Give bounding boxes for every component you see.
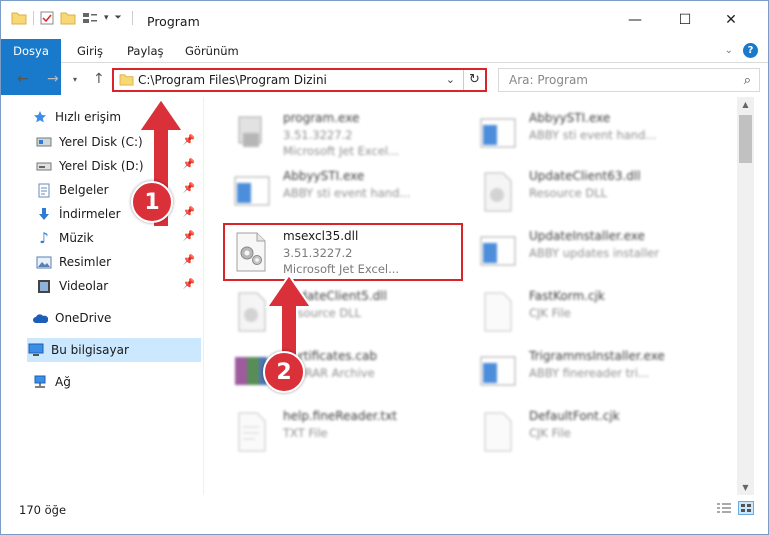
list-item[interactable]: UpdateInstaller.exe ABBY updates install… (477, 225, 717, 281)
sidebar-item-label: OneDrive (55, 311, 112, 325)
folder-icon (11, 12, 27, 25)
sidebar-item-label: İndirmeler (59, 207, 121, 221)
text-file-icon (238, 412, 266, 452)
quick-access-toolbar: ▾ ⏷ (11, 11, 133, 25)
expand-ribbon-icon[interactable]: ⌄ (725, 45, 733, 56)
up-arrow-icon[interactable]: ↑ (93, 71, 105, 87)
dll-icon (484, 172, 512, 212)
view-icon[interactable] (82, 11, 98, 25)
details-view-icon[interactable] (716, 501, 732, 515)
view-toggles (716, 501, 754, 515)
step-badge-1: 1 (131, 181, 173, 223)
sidebar-item-quick-access[interactable]: Hızlı erişim (31, 105, 231, 129)
pictures-icon (35, 254, 53, 270)
maximize-button[interactable]: ☐ (663, 1, 707, 39)
list-item[interactable]: AbbyySTI.exe ABBY sti event hand... (477, 107, 717, 163)
ribbon-right-controls: ⌄ ? (725, 43, 758, 58)
scrollbar-thumb[interactable] (739, 115, 752, 163)
status-bar: 170 öğe (1, 495, 768, 533)
search-placeholder: Ara: Program (509, 73, 588, 87)
music-icon: ♪ (39, 229, 49, 247)
window-app-icon (480, 118, 516, 148)
tab-view[interactable]: Görünüm (185, 39, 239, 63)
sidebar-item-label: Müzik (59, 231, 94, 245)
help-icon[interactable]: ? (743, 43, 758, 58)
list-item[interactable]: TrigrammsInstaller.exe ABBY finereader t… (477, 345, 717, 401)
large-icons-view-icon[interactable] (738, 501, 754, 515)
title-bar: ▾ ⏷ Program — ☐ ✕ (1, 1, 768, 39)
window-app-icon (234, 176, 270, 206)
cloud-icon (31, 310, 49, 326)
sidebar-item-label: Bu bilgisayar (51, 343, 129, 357)
pin-icon[interactable]: 📌 (183, 279, 195, 290)
address-bar[interactable]: C:\Program Files\Program Dizini ⌄ ↻ (112, 68, 487, 92)
vertical-scrollbar[interactable]: ▲ ▼ (737, 97, 754, 495)
sidebar-item-label: Yerel Disk (C:) (59, 135, 143, 149)
drive-icon (35, 134, 53, 150)
exe-icon (238, 116, 262, 147)
download-icon (35, 206, 53, 222)
scroll-down-icon[interactable]: ▼ (737, 483, 754, 492)
list-item[interactable]: help.fineReader.txt TXT File (231, 405, 471, 461)
list-item[interactable]: AbbyySTI.exe ABBY sti event hand... (231, 165, 471, 221)
search-input[interactable]: Ara: Program ⌕ (498, 68, 760, 92)
new-folder-icon[interactable] (60, 11, 76, 25)
navigation-bar: ← → ▾ ↑ C:\Program Files\Program Dizini … (1, 63, 768, 97)
ribbon-tabs: Dosya Giriş Paylaş Görünüm ⌄ ? (1, 39, 768, 95)
sidebar-item-videos[interactable]: Videolar 📌 (35, 274, 201, 298)
tab-share[interactable]: Paylaş (127, 39, 164, 63)
sidebar-item-this-pc[interactable]: Bu bilgisayar (27, 338, 201, 362)
sidebar-item-network[interactable]: Ağ (31, 370, 231, 394)
explorer-window: ▾ ⏷ Program — ☐ ✕ Dosya Giriş Paylaş Gör… (0, 0, 769, 535)
tab-home[interactable]: Giriş (77, 39, 103, 63)
star-icon (31, 109, 49, 125)
refresh-icon[interactable]: ↻ (463, 70, 485, 90)
back-arrow-icon[interactable]: ← (17, 71, 29, 87)
folder-icon (119, 74, 134, 86)
network-icon (31, 374, 49, 390)
chevron-down-icon[interactable]: ▾ (104, 13, 109, 23)
list-item[interactable]: FastKorm.cjk CJK File (477, 285, 717, 341)
blank-file-icon (484, 292, 512, 332)
sidebar-item-pictures[interactable]: Resimler 📌 (35, 250, 201, 274)
address-path: C:\Program Files\Program Dizini (138, 73, 327, 87)
drive-icon (35, 158, 53, 174)
sidebar-item-onedrive[interactable]: OneDrive (31, 306, 231, 330)
minimize-button[interactable]: — (613, 1, 657, 39)
video-icon (35, 278, 53, 294)
sidebar-item-label: Ağ (55, 375, 71, 389)
window-title: Program (147, 14, 200, 29)
sidebar-item-label: Yerel Disk (D:) (59, 159, 144, 173)
customize-qat-icon[interactable]: ⏷ (115, 13, 122, 23)
window-app-icon (480, 236, 516, 266)
sidebar-item-label: Videolar (59, 279, 109, 293)
blank-file-icon (484, 412, 512, 452)
scroll-up-icon[interactable]: ▲ (737, 100, 754, 109)
step-badge-2: 2 (263, 351, 305, 393)
forward-arrow-icon[interactable]: → (47, 71, 59, 87)
computer-icon (27, 342, 45, 358)
list-item[interactable]: DefaultFont.cjk CJK File (477, 405, 717, 461)
search-icon: ⌕ (743, 73, 751, 88)
sidebar-item-label: Hızlı erişim (55, 110, 122, 124)
close-button[interactable]: ✕ (709, 1, 753, 39)
sidebar-item-label: Belgeler (59, 183, 109, 197)
sidebar-item-label: Resimler (59, 255, 112, 269)
window-app-icon (480, 356, 516, 386)
recent-locations-icon[interactable]: ▾ (73, 75, 77, 84)
chevron-down-icon[interactable]: ⌄ (446, 73, 455, 86)
list-item[interactable]: UpdateClient63.dll Resource DLL (477, 165, 717, 221)
document-icon (35, 182, 53, 198)
list-item[interactable]: program.exe 3.51.3227.2 Microsoft Jet Ex… (231, 107, 471, 163)
pin-icon[interactable]: 📌 (183, 255, 195, 266)
item-count: 170 öğe (19, 503, 67, 517)
highlight-box (223, 223, 463, 281)
properties-icon[interactable] (40, 11, 54, 25)
